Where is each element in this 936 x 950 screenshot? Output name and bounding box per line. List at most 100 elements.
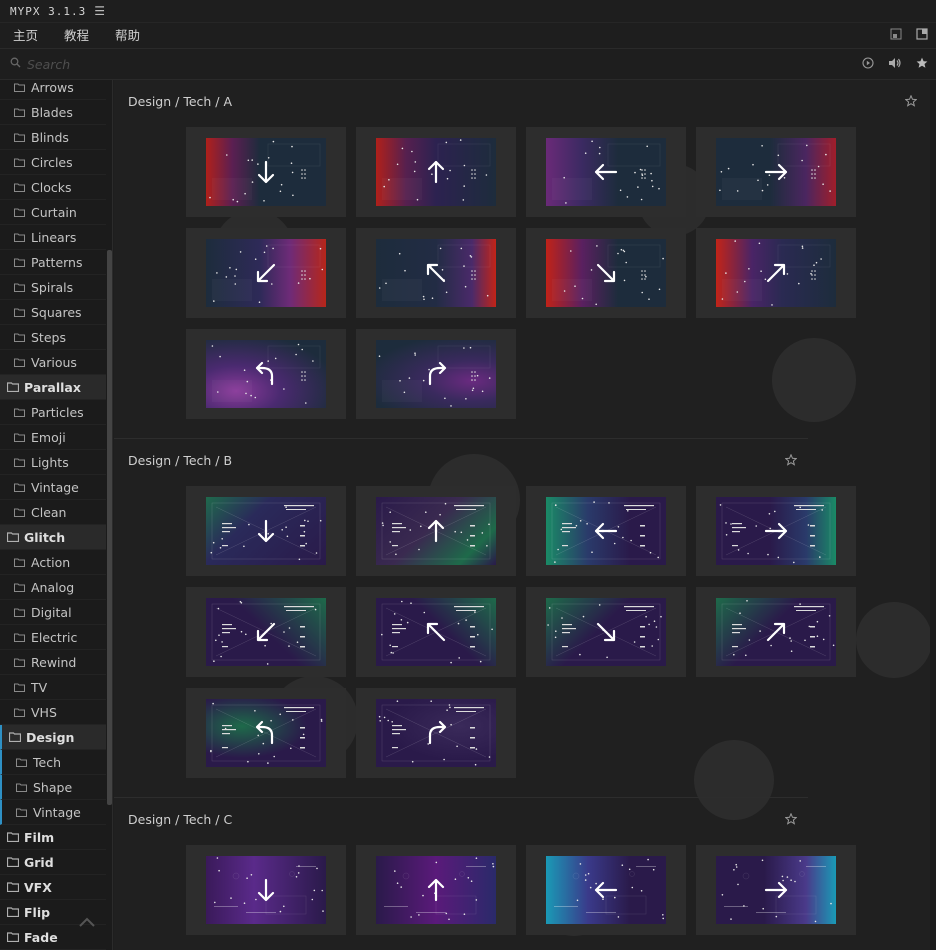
sidebar-item-clocks[interactable]: Clocks xyxy=(0,175,106,200)
gallery-scroll-track[interactable] xyxy=(930,80,936,950)
preset-thumbnail[interactable] xyxy=(186,329,346,419)
preset-thumbnail[interactable] xyxy=(356,845,516,935)
folder-icon xyxy=(7,882,19,892)
curve-left-arrow-icon xyxy=(255,361,274,386)
preset-thumbnail[interactable] xyxy=(696,228,856,318)
sidebar-item-digital[interactable]: Digital xyxy=(0,600,106,625)
sidebar-category-grid[interactable]: Grid xyxy=(0,850,106,875)
preset-thumbnail[interactable] xyxy=(356,329,516,419)
preset-preview-image xyxy=(206,598,326,666)
favorite-star-icon[interactable] xyxy=(784,812,798,829)
sidebar-item-various[interactable]: Various xyxy=(0,350,106,375)
sidebar-item-clean[interactable]: Clean xyxy=(0,500,106,525)
preset-thumbnail[interactable] xyxy=(186,127,346,217)
menu-help[interactable]: 帮助 xyxy=(102,23,153,49)
sidebar-item-curtain[interactable]: Curtain xyxy=(0,200,106,225)
folder-icon xyxy=(14,558,25,567)
sidebar-label: Tech xyxy=(33,754,61,770)
sidebar-label: Various xyxy=(31,354,77,370)
folder-icon xyxy=(14,358,25,367)
sidebar-item-spirals[interactable]: Spirals xyxy=(0,275,106,300)
folder-icon xyxy=(7,532,19,542)
folder-icon xyxy=(16,783,27,792)
preset-thumbnail[interactable] xyxy=(696,845,856,935)
preset-thumbnail[interactable] xyxy=(186,688,346,778)
sidebar-item-blinds[interactable]: Blinds xyxy=(0,125,106,150)
preset-thumbnail[interactable] xyxy=(356,228,516,318)
sidebar-category-parallax[interactable]: Parallax xyxy=(0,375,106,400)
sidebar-item-shape[interactable]: Shape xyxy=(0,775,106,800)
preset-gallery: Design / Tech / A Design / Tech / B Design… xyxy=(114,80,936,950)
sidebar-category-vfx[interactable]: VFX xyxy=(0,875,106,900)
preset-thumbnail[interactable] xyxy=(356,688,516,778)
curve-right-arrow-icon xyxy=(428,720,447,745)
sidebar-item-emoji[interactable]: Emoji xyxy=(0,425,106,450)
sidebar-label: Circles xyxy=(31,154,73,170)
folder-icon xyxy=(14,583,25,592)
menu-tutorial[interactable]: 教程 xyxy=(51,23,102,49)
dock-window-icon[interactable] xyxy=(916,28,928,44)
preset-thumbnail[interactable] xyxy=(526,127,686,217)
sidebar-item-action[interactable]: Action xyxy=(0,550,106,575)
sidebar-label: Fade xyxy=(24,929,58,945)
preset-thumbnail[interactable] xyxy=(186,587,346,677)
preset-thumbnail[interactable] xyxy=(526,228,686,318)
sidebar-item-linears[interactable]: Linears xyxy=(0,225,106,250)
sidebar-item-rewind[interactable]: Rewind xyxy=(0,650,106,675)
preset-thumbnail[interactable] xyxy=(186,228,346,318)
sidebar-item-squares[interactable]: Squares xyxy=(0,300,106,325)
favorite-star-icon[interactable] xyxy=(784,453,798,470)
sidebar-scroll-thumb[interactable] xyxy=(107,250,112,805)
preset-thumbnail[interactable] xyxy=(526,587,686,677)
sidebar-item-particles[interactable]: Particles xyxy=(0,400,106,425)
sidebar-item-analog[interactable]: Analog xyxy=(0,575,106,600)
hamburger-menu-icon[interactable]: ☰ xyxy=(94,4,105,18)
sidebar-item-vintage[interactable]: Vintage xyxy=(0,800,106,825)
app-title: MYPX 3.1.3 xyxy=(10,4,87,18)
sidebar-item-vhs[interactable]: VHS xyxy=(0,700,106,725)
sidebar-item-electric[interactable]: Electric xyxy=(0,625,106,650)
sidebar-category-film[interactable]: Film xyxy=(0,825,106,850)
folder-icon xyxy=(14,408,25,417)
preset-preview-image xyxy=(206,138,326,206)
right-arrow-icon xyxy=(764,163,788,181)
volume-icon[interactable] xyxy=(888,57,902,73)
preset-thumbnail[interactable] xyxy=(526,845,686,935)
preset-thumbnail[interactable] xyxy=(356,486,516,576)
search-input[interactable] xyxy=(27,56,327,72)
folder-icon xyxy=(14,183,25,192)
preset-thumbnail[interactable] xyxy=(186,845,346,935)
sidebar-label: Film xyxy=(24,829,55,845)
sidebar-item-steps[interactable]: Steps xyxy=(0,325,106,350)
preset-thumbnail[interactable] xyxy=(356,127,516,217)
curve-right-arrow-icon xyxy=(428,361,447,386)
play-icon[interactable] xyxy=(862,56,874,73)
preset-thumbnail[interactable] xyxy=(186,486,346,576)
sidebar-item-tech[interactable]: Tech xyxy=(0,750,106,775)
folder-icon xyxy=(14,633,25,642)
preset-thumbnail[interactable] xyxy=(696,486,856,576)
menu-home[interactable]: 主页 xyxy=(0,23,51,49)
sidebar-category-glitch[interactable]: Glitch xyxy=(0,525,106,550)
sidebar-item-vintage[interactable]: Vintage xyxy=(0,475,106,500)
sidebar-item-circles[interactable]: Circles xyxy=(0,150,106,175)
sidebar-item-lights[interactable]: Lights xyxy=(0,450,106,475)
right-arrow-icon xyxy=(764,881,788,899)
sidebar-item-blades[interactable]: Blades xyxy=(0,100,106,125)
preset-thumbnail[interactable] xyxy=(696,587,856,677)
preset-thumbnail[interactable] xyxy=(526,486,686,576)
sidebar-item-tv[interactable]: TV xyxy=(0,675,106,700)
preset-thumbnail[interactable] xyxy=(696,127,856,217)
preset-preview-image xyxy=(206,497,326,565)
sidebar-item-arrows[interactable]: Arrows xyxy=(0,80,106,100)
favorite-star-icon[interactable] xyxy=(904,94,918,111)
preset-preview-image xyxy=(716,239,836,307)
preset-thumbnail[interactable] xyxy=(356,587,516,677)
scroll-to-top-icon[interactable] xyxy=(78,916,96,932)
favorites-star-icon[interactable] xyxy=(916,57,928,73)
sidebar-category-design[interactable]: Design xyxy=(0,725,106,750)
sidebar-item-patterns[interactable]: Patterns xyxy=(0,250,106,275)
minimize-window-icon[interactable] xyxy=(890,28,902,44)
sidebar-label: Rewind xyxy=(31,654,77,670)
sidebar-label: VFX xyxy=(24,879,52,895)
